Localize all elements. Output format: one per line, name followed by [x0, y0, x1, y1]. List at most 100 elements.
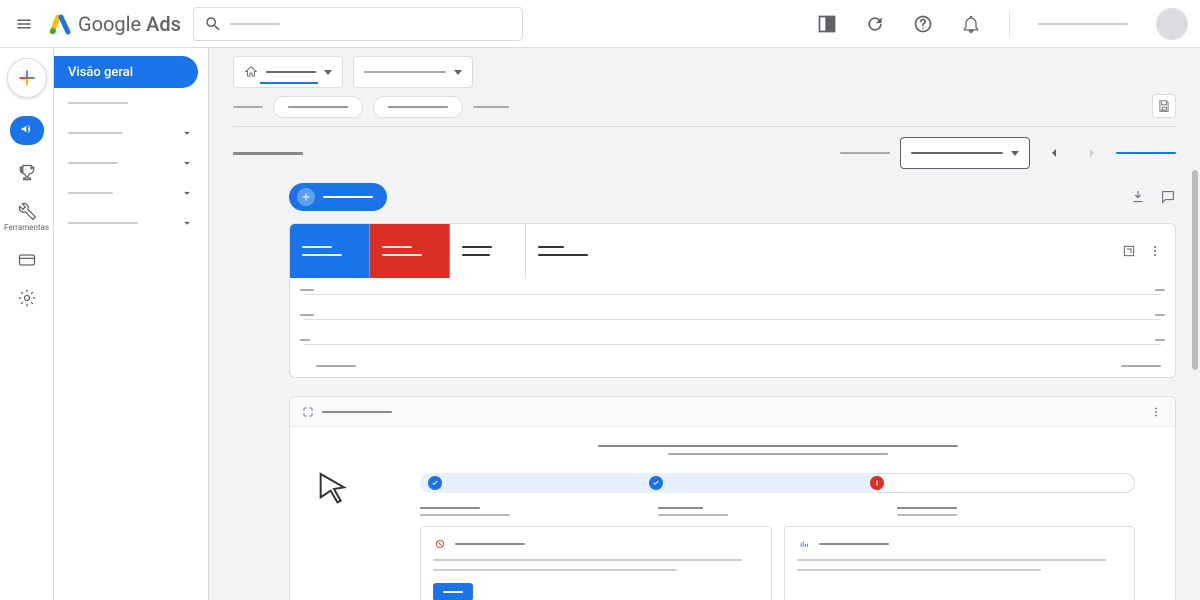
save-icon-button[interactable]	[1152, 94, 1176, 118]
new-campaign-button[interactable]	[289, 183, 387, 211]
step-sublabel	[658, 514, 728, 516]
more-icon[interactable]	[1147, 243, 1163, 259]
step-labels	[420, 507, 1135, 516]
app-header: Google Ads	[0, 0, 1200, 48]
menu-icon	[15, 15, 33, 33]
chevron-left-icon	[1046, 145, 1062, 161]
product-name: Google Ads	[78, 12, 181, 36]
dropdown-value	[911, 152, 1003, 154]
metric-tabs	[290, 224, 1175, 278]
chart-area	[290, 278, 1175, 363]
rail-billing[interactable]	[9, 250, 45, 270]
scrollbar-thumb[interactable]	[1192, 170, 1198, 370]
sidenav-item-label	[68, 192, 113, 194]
recommendation-card[interactable]	[420, 526, 772, 600]
notifications-icon[interactable]	[961, 14, 981, 34]
chart-icon	[797, 537, 811, 551]
rail-campaigns[interactable]	[9, 116, 45, 145]
date-label	[840, 152, 890, 154]
metric-value	[538, 254, 588, 256]
filter-label	[473, 106, 509, 108]
sidenav-item[interactable]	[54, 118, 208, 148]
page-title	[233, 152, 303, 155]
chevron-down-icon	[180, 186, 194, 200]
help-icon[interactable]	[913, 14, 933, 34]
tools-icon	[17, 201, 37, 221]
search-input[interactable]	[193, 7, 523, 41]
create-button[interactable]	[7, 58, 47, 98]
filter-label	[233, 106, 263, 108]
metric-tab[interactable]	[290, 224, 370, 278]
feedback-icon[interactable]	[1160, 189, 1176, 205]
metric-tab[interactable]	[450, 224, 526, 278]
account-name[interactable]	[1038, 23, 1128, 25]
sidenav-item[interactable]	[54, 148, 208, 178]
download-icon[interactable]	[1130, 189, 1146, 205]
recommendation-cards	[420, 526, 1135, 600]
card-action-button[interactable]	[433, 583, 473, 600]
filter-chip[interactable]	[273, 96, 363, 118]
rail-admin[interactable]	[9, 288, 45, 308]
avatar[interactable]	[1156, 8, 1188, 40]
chevron-down-icon	[1011, 151, 1019, 156]
expand-icon[interactable]	[1121, 243, 1137, 259]
date-range-dropdown[interactable]	[900, 137, 1030, 169]
chip-label	[388, 106, 448, 108]
megaphone-icon	[18, 122, 36, 136]
compare-indicator	[1116, 152, 1176, 154]
card-text	[433, 559, 742, 561]
search-placeholder	[230, 23, 280, 25]
metric-label	[538, 246, 564, 248]
chevron-down-icon	[324, 70, 332, 75]
chevron-right-icon	[1084, 145, 1100, 161]
plus-icon	[297, 188, 315, 206]
more-icon[interactable]	[1149, 405, 1163, 419]
axis-start-label	[316, 365, 356, 367]
sidenav-item-overview[interactable]: Visão geral	[54, 56, 198, 88]
metric-tab[interactable]	[526, 224, 608, 278]
card-title	[322, 411, 392, 413]
rail-tools-label: Ferramentas	[4, 223, 49, 232]
fullscreen-icon[interactable]	[302, 406, 314, 418]
sidenav-item[interactable]	[54, 178, 208, 208]
filter-chip[interactable]	[373, 96, 463, 118]
metric-value	[302, 254, 342, 256]
search-icon	[204, 15, 222, 33]
gear-icon	[17, 288, 37, 308]
button-label	[323, 196, 373, 198]
cursor-icon	[314, 469, 354, 509]
metric-label	[302, 246, 332, 248]
gridline	[304, 294, 1161, 295]
rail-tools[interactable]: Ferramentas	[9, 201, 45, 232]
hamburger-menu-button[interactable]	[12, 12, 36, 36]
card-body	[290, 427, 1175, 600]
prev-period-button[interactable]	[1040, 139, 1068, 167]
appearance-icon[interactable]	[817, 14, 837, 34]
step-label	[420, 507, 480, 509]
sidenav-item-label	[68, 222, 138, 224]
campaign-scope-dropdown[interactable]	[353, 56, 473, 88]
recommendation-card[interactable]	[784, 526, 1136, 600]
metric-tab[interactable]	[370, 224, 450, 278]
sidenav-item[interactable]	[54, 208, 208, 238]
divider	[233, 126, 1176, 127]
refresh-icon[interactable]	[865, 14, 885, 34]
sidenav-item-label	[68, 162, 118, 164]
optimization-card	[289, 396, 1176, 600]
main-content	[209, 48, 1200, 600]
chart-footer	[290, 363, 1175, 377]
next-period-button[interactable]	[1078, 139, 1106, 167]
filter-row	[233, 96, 1176, 118]
card-title	[819, 543, 889, 545]
dropdown-value	[364, 71, 446, 73]
scope-toolbar	[233, 56, 1176, 88]
card-text	[433, 569, 677, 571]
product-logo[interactable]: Google Ads	[48, 12, 181, 36]
account-scope-dropdown[interactable]	[233, 56, 343, 88]
chevron-down-icon	[454, 70, 462, 75]
ads-logo-icon	[48, 12, 72, 36]
sidenav-item[interactable]	[54, 88, 208, 118]
rail-goals[interactable]	[9, 163, 45, 183]
chip-label	[288, 106, 348, 108]
card-title	[455, 543, 525, 545]
